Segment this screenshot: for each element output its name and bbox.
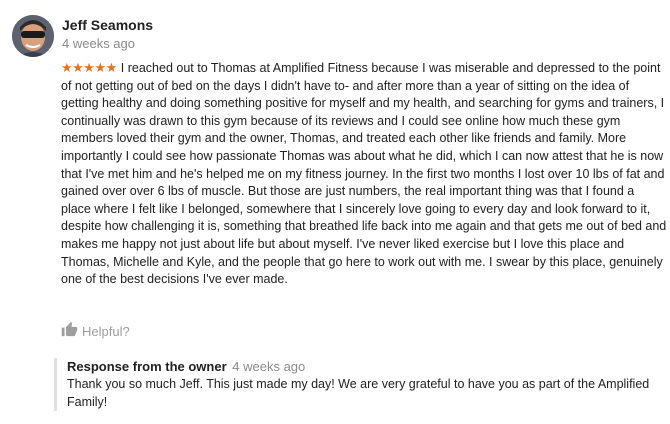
owner-response-header: Response from the owner 4 weeks ago <box>67 358 670 375</box>
helpful-button[interactable]: Helpful? <box>61 321 130 342</box>
owner-response: Response from the owner 4 weeks ago Than… <box>54 358 670 411</box>
owner-response-text: Thank you so much Jeff. This just made m… <box>67 377 650 409</box>
review-date: 4 weeks ago <box>62 36 135 51</box>
star-rating: ★★★★★ <box>61 60 117 75</box>
review-card: Jeff Seamons 4 weeks ago ★★★★★ I reached … <box>0 0 670 424</box>
review-text: I reached out to Thomas at Amplified Fit… <box>61 61 667 287</box>
helpful-label: Helpful? <box>82 324 130 339</box>
thumbs-up-icon <box>61 321 78 342</box>
avatar[interactable] <box>12 15 54 57</box>
review-body: ★★★★★ I reached out to Thomas at Amplifie… <box>61 59 667 289</box>
avatar-image <box>12 15 54 57</box>
owner-response-title: Response from the owner <box>67 359 227 374</box>
author-name[interactable]: Jeff Seamons <box>62 17 153 33</box>
owner-response-date: 4 weeks ago <box>232 359 306 374</box>
